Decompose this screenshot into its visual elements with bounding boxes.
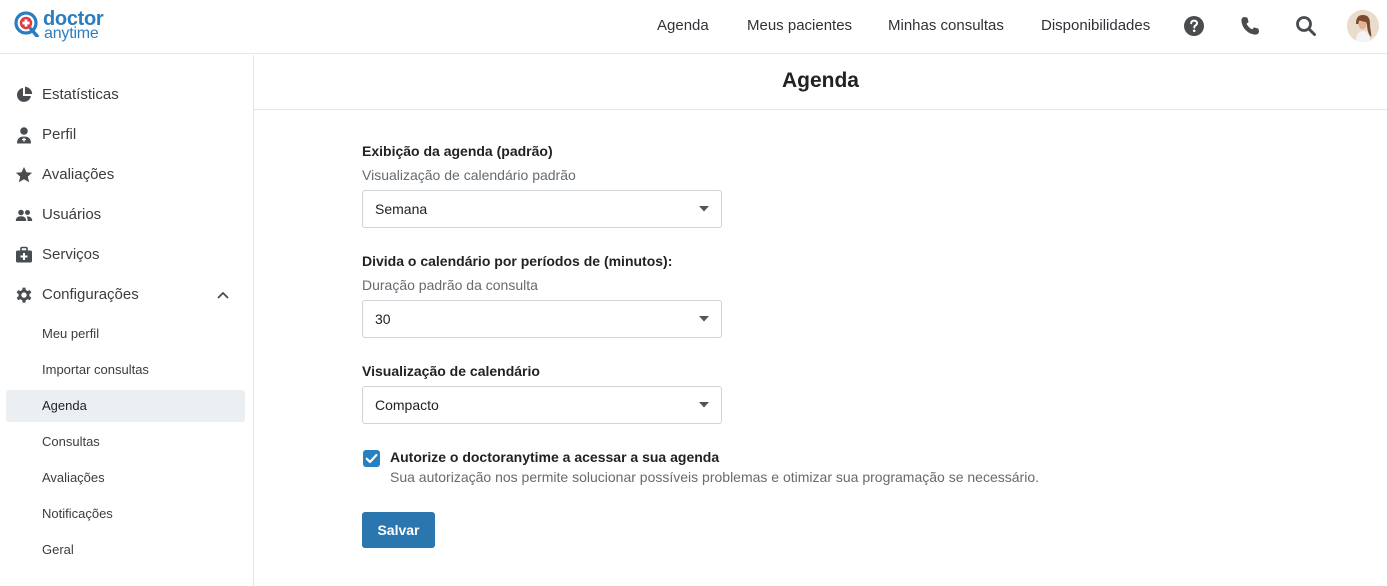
avatar-image [1347,10,1379,42]
sidebar-subitem-agenda[interactable]: Agenda [6,390,245,422]
authorize-checkbox[interactable] [363,450,380,467]
calendar-view-select[interactable]: Compacto [362,386,722,424]
sidebar-subitem-label: Agenda [42,398,87,413]
pie-chart-icon [16,86,33,102]
page-title: Agenda [781,69,859,92]
star-icon [15,167,33,183]
agenda-display-select[interactable]: Semana [362,190,722,228]
sidebar-subitem-label: Avaliações [42,470,105,485]
agenda-display-title: Exibição da agenda (padrão) [362,143,553,159]
sidebar-item-servicos[interactable]: Serviços [0,239,253,271]
users-icon [15,209,33,221]
authorize-help-text: Sua autorização nos permite solucionar p… [390,469,1039,485]
caret-down-icon [699,402,709,408]
calendar-view-value: Compacto [375,397,439,413]
caret-down-icon [699,206,709,212]
chevron-up-icon[interactable] [216,288,230,302]
calendar-view-title: Visualização de calendário [362,363,540,379]
phone-icon[interactable] [1238,14,1262,38]
user-avatar[interactable] [1347,10,1379,42]
check-icon [365,453,378,464]
sidebar-subitem-meu-perfil[interactable]: Meu perfil [6,318,245,350]
doctoranytime-logo[interactable]: doctor anytime [14,8,114,45]
sidebar-item-configuracoes[interactable]: Configurações [0,279,253,311]
sidebar-item-perfil[interactable]: Perfil [0,119,253,151]
medical-kit-icon [16,246,32,263]
sidebar-subitem-label: Geral [42,542,74,557]
doctor-icon [17,127,31,144]
sidebar-item-label: Serviços [42,246,100,263]
sidebar-subitem-consultas[interactable]: Consultas [6,426,245,458]
sidebar-subitem-label: Notificações [42,506,113,521]
search-icon[interactable] [1294,14,1318,38]
sidebar-item-label: Avaliações [42,166,115,183]
sidebar-subitem-avaliacoes[interactable]: Avaliações [6,462,245,494]
nav-minhas-consultas[interactable]: Minhas consultas [888,17,1004,34]
period-subtitle: Duração padrão da consulta [362,277,538,293]
sidebar-subitem-notificacoes[interactable]: Notificações [6,498,245,530]
sidebar-item-label: Perfil [42,126,77,143]
authorize-label[interactable]: Autorize o doctoranytime a acessar a sua… [390,449,719,465]
period-select[interactable]: 30 [362,300,722,338]
sidebar-item-usuarios[interactable]: Usuários [0,199,253,231]
logo-mark-icon [14,11,39,37]
logo-text-anytime: anytime [44,25,99,42]
sidebar: Estatísticas Perfil Avaliações Usuários [0,55,254,586]
sidebar-subitem-label: Consultas [42,434,100,449]
help-icon[interactable] [1182,14,1206,38]
nav-agenda[interactable]: Agenda [657,17,709,34]
gear-icon [16,287,32,303]
agenda-display-subtitle: Visualização de calendário padrão [362,167,576,183]
sidebar-subitem-label: Importar consultas [42,362,149,377]
sidebar-subitem-geral[interactable]: Geral [6,534,245,566]
agenda-display-value: Semana [375,201,428,217]
caret-down-icon [699,316,709,322]
nav-meus-pacientes[interactable]: Meus pacientes [747,17,852,34]
sidebar-subitem-importar-consultas[interactable]: Importar consultas [6,354,245,386]
period-title: Divida o calendário por períodos de (min… [362,253,673,269]
period-value: 30 [375,311,391,327]
sidebar-item-label: Configurações [42,286,139,303]
sidebar-item-label: Usuários [42,206,102,223]
sidebar-subitem-label: Meu perfil [42,326,100,341]
sidebar-item-avaliacoes[interactable]: Avaliações [0,159,253,191]
page-title-bar: Agenda [254,55,1387,110]
top-header: doctor anytime Agenda Meus pacientes Min… [0,0,1387,54]
save-button[interactable]: Salvar [362,512,435,548]
nav-disponibilidades[interactable]: Disponibilidades [1041,17,1150,34]
sidebar-item-label: Estatísticas [42,86,119,103]
sidebar-item-estatisticas[interactable]: Estatísticas [0,79,253,111]
